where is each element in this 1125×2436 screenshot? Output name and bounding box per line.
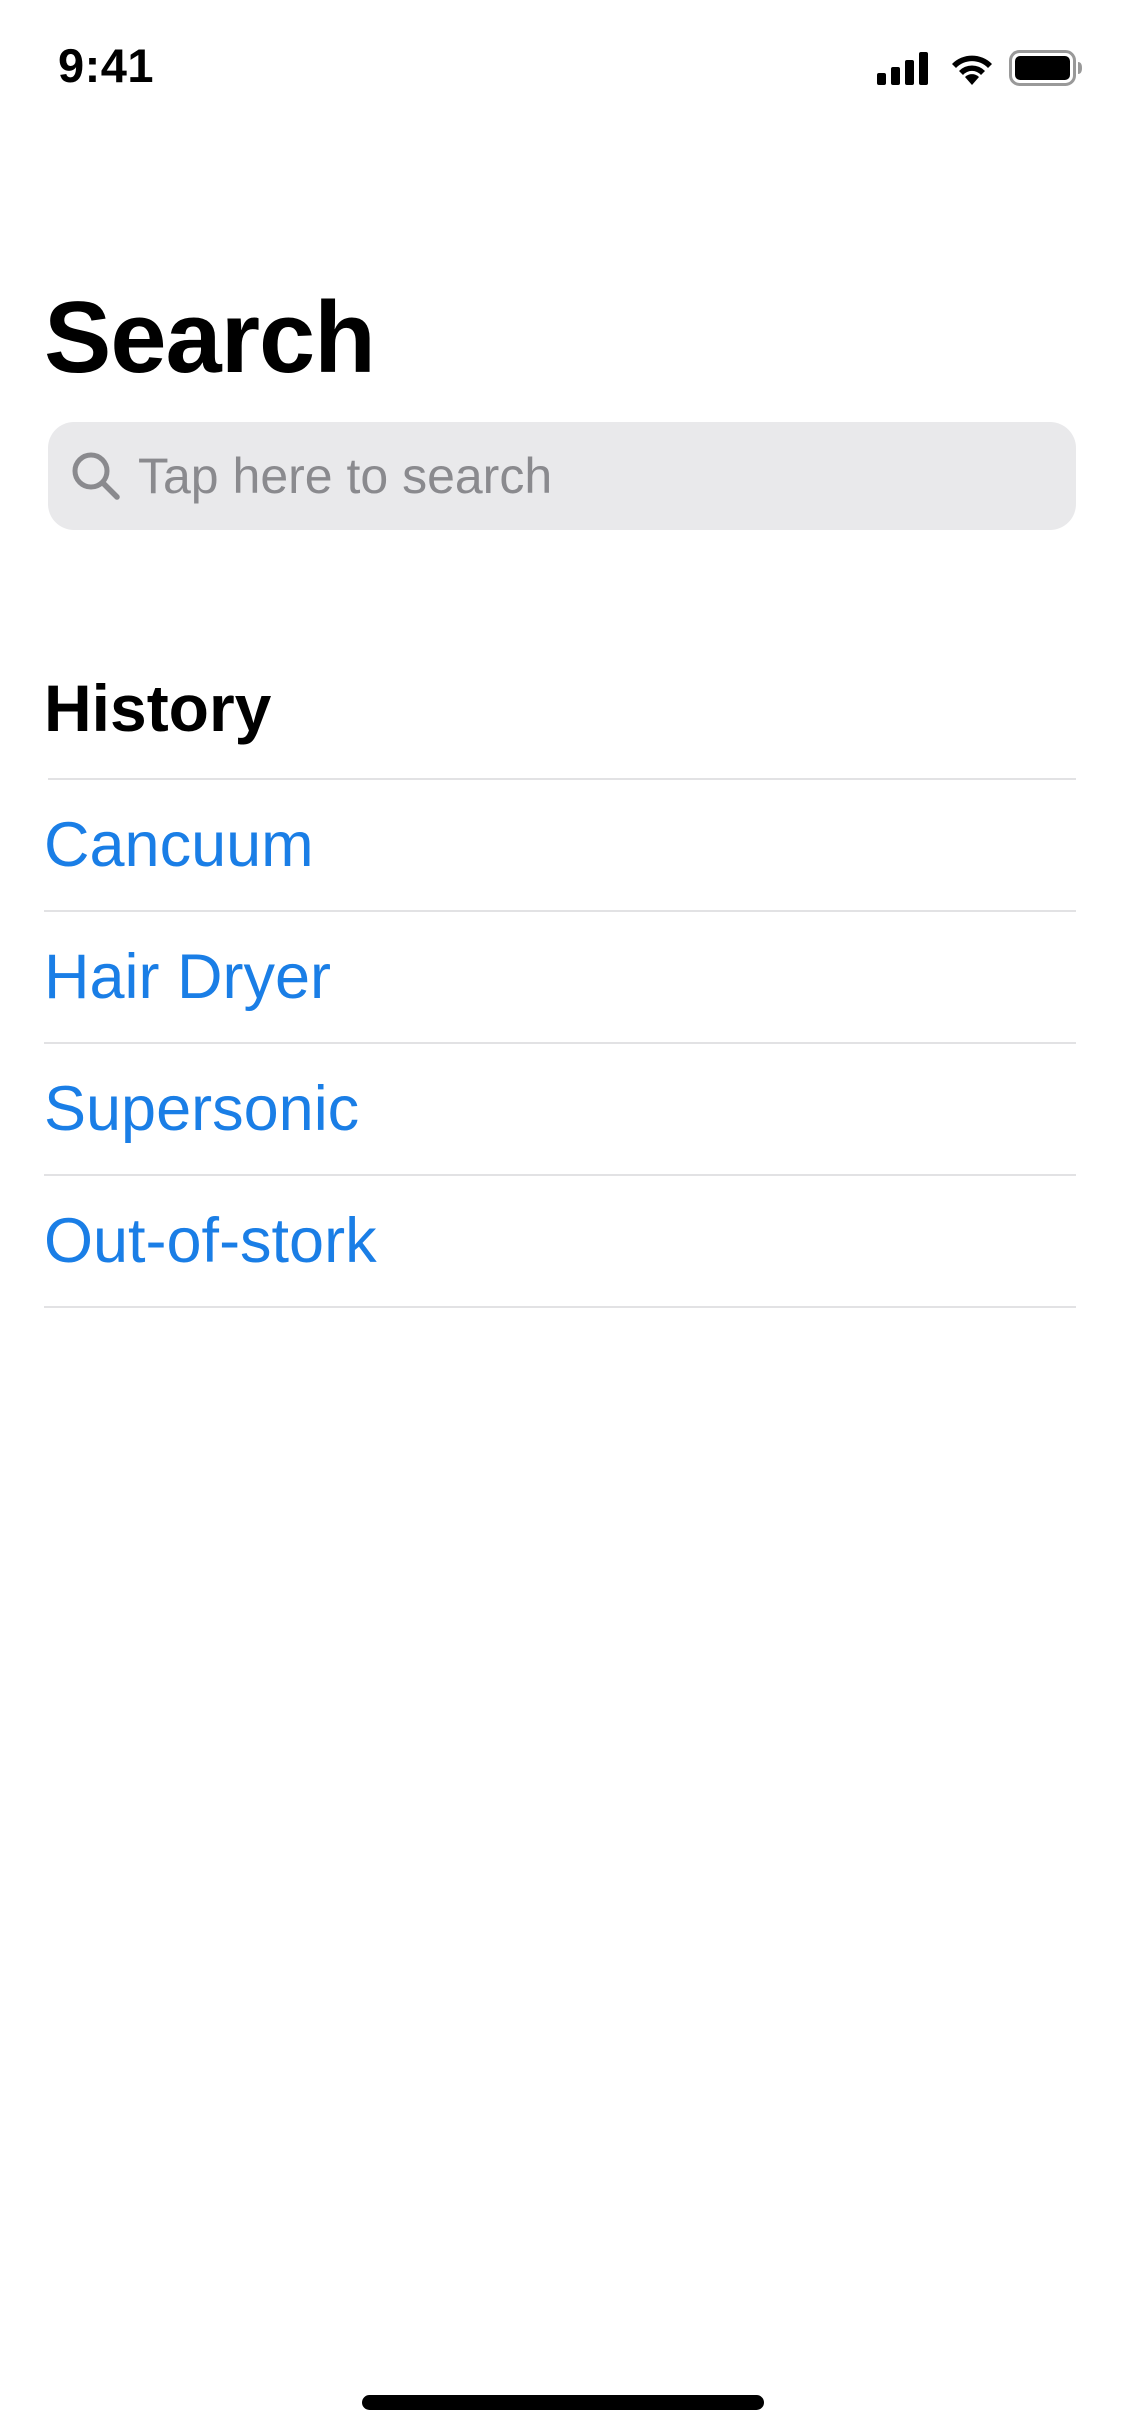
status-icons xyxy=(877,49,1083,91)
battery-icon xyxy=(1009,49,1083,91)
history-link-hair-dryer[interactable]: Hair Dryer xyxy=(44,937,331,1017)
status-bar: 9:41 xyxy=(0,0,1125,132)
history-link-out-of-stork[interactable]: Out-of-stork xyxy=(44,1201,377,1281)
history-link-cancuum[interactable]: Cancuum xyxy=(44,805,314,885)
history-link-supersonic[interactable]: Supersonic xyxy=(44,1069,359,1149)
search-input[interactable] xyxy=(138,436,1018,516)
status-time: 9:41 xyxy=(58,39,155,92)
search-icon xyxy=(68,448,124,504)
history-heading: History xyxy=(44,671,272,745)
list-item[interactable]: Supersonic xyxy=(44,1044,1076,1176)
home-indicator[interactable] xyxy=(362,2395,764,2410)
list-item[interactable]: Out-of-stork xyxy=(44,1176,1076,1308)
page-title: Search xyxy=(44,282,376,394)
signal-icon xyxy=(877,51,931,90)
list-item[interactable]: Cancuum xyxy=(44,780,1076,912)
list-item[interactable]: Hair Dryer xyxy=(44,912,1076,1044)
wifi-icon xyxy=(949,51,995,90)
history-list: Cancuum Hair Dryer Supersonic Out-of-sto… xyxy=(44,778,1076,1308)
search-bar[interactable] xyxy=(48,422,1076,530)
